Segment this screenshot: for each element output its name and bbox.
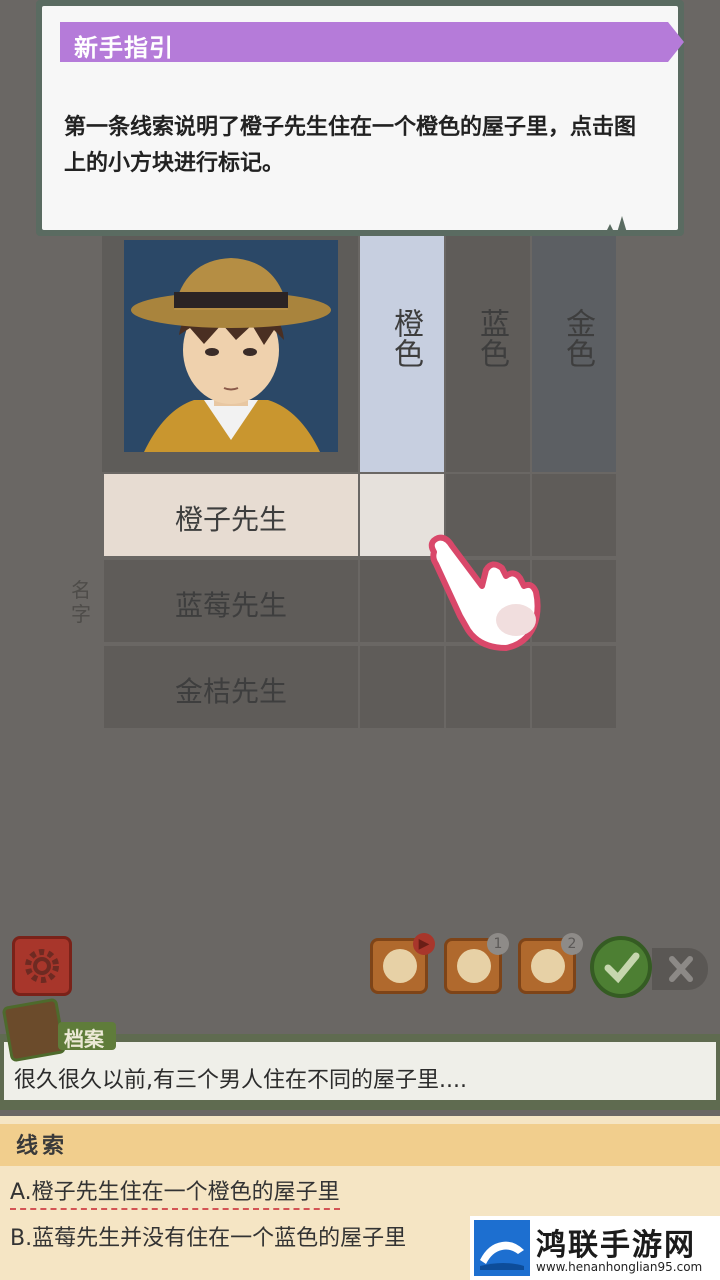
guide-title: 新手指引 <box>74 34 174 62</box>
archive-tag: 档案 <box>58 1022 116 1051</box>
video-badge-icon: ▶ <box>413 933 435 955</box>
cancel-button[interactable] <box>652 948 708 990</box>
hint-count-badge: 2 <box>561 933 583 955</box>
hint-button[interactable]: 2 <box>518 933 583 994</box>
watermark-url: www.henanhonglian95.com <box>536 1260 703 1274</box>
archive-tag-label: 档案 <box>64 1027 104 1051</box>
magnifier-video-icon <box>383 949 417 983</box>
pointer-hand-icon <box>420 530 550 660</box>
confirm-button[interactable] <box>590 936 652 998</box>
site-watermark: 鸿联手游网 www.henanhonglian95.com <box>470 1216 720 1280</box>
guide-text: 第一条线索说明了橙子先生住在一个橙色的屋子里，点击图上的小方块进行标记。 <box>64 115 637 176</box>
column-label: 蓝色 <box>474 308 509 368</box>
hint-video-button[interactable]: ▶ <box>370 933 435 994</box>
folder-icon <box>1 997 67 1063</box>
clue-header <box>0 1124 720 1166</box>
row-header-orange-mr: 橙子先生 <box>104 474 358 556</box>
close-icon <box>669 956 693 982</box>
row-label: 橙子先生 <box>174 503 287 536</box>
refresh-button[interactable]: 1 <box>444 933 509 994</box>
side-label: 名字 <box>71 578 91 626</box>
guide-panel-body: 新手指引 第一条线索说明了橙子先生住在一个橙色的屋子里，点击图上的小方块进行标记… <box>42 6 684 230</box>
grass-decoration <box>604 224 616 236</box>
clue-item-a[interactable]: A.橙子先生住在一个橙色的屋子里 <box>10 1174 340 1210</box>
guide-header-banner: 新手指引 <box>60 22 684 62</box>
row-header-blueberry-mr: 蓝莓先生 <box>104 560 358 642</box>
magnifier-clock-icon <box>531 949 565 983</box>
grass-decoration <box>616 216 628 236</box>
site-logo-icon <box>474 1220 530 1276</box>
refresh-icon <box>457 949 491 983</box>
checkmark-icon <box>604 952 640 984</box>
clue-title: 线索 <box>16 1134 69 1159</box>
character-portrait <box>124 240 338 452</box>
row-label: 蓝莓先生 <box>174 589 287 622</box>
watermark-title: 鸿联手游网 <box>536 1228 696 1263</box>
row-label: 金桔先生 <box>174 675 287 708</box>
settings-button[interactable] <box>12 936 72 996</box>
tutorial-guide-panel: 新手指引 第一条线索说明了橙子先生住在一个橙色的屋子里，点击图上的小方块进行标记… <box>36 0 684 236</box>
row-header-kumquat-mr: 金桔先生 <box>104 646 358 728</box>
column-header-gold: 金色 <box>532 236 616 472</box>
clue-item-b[interactable]: B.蓝莓先生并没有住在一个蓝色的屋子里 <box>10 1220 406 1252</box>
column-header-orange: 橙色 <box>360 236 444 472</box>
archive-story-text: 很久很久以前,有三个男人住在不同的屋子里.... <box>14 1068 467 1093</box>
gear-icon <box>25 949 59 983</box>
column-header-blue: 蓝色 <box>446 236 530 472</box>
column-label: 金色 <box>560 308 595 368</box>
refresh-count-badge: 1 <box>487 933 509 955</box>
column-label: 橙色 <box>388 308 423 368</box>
